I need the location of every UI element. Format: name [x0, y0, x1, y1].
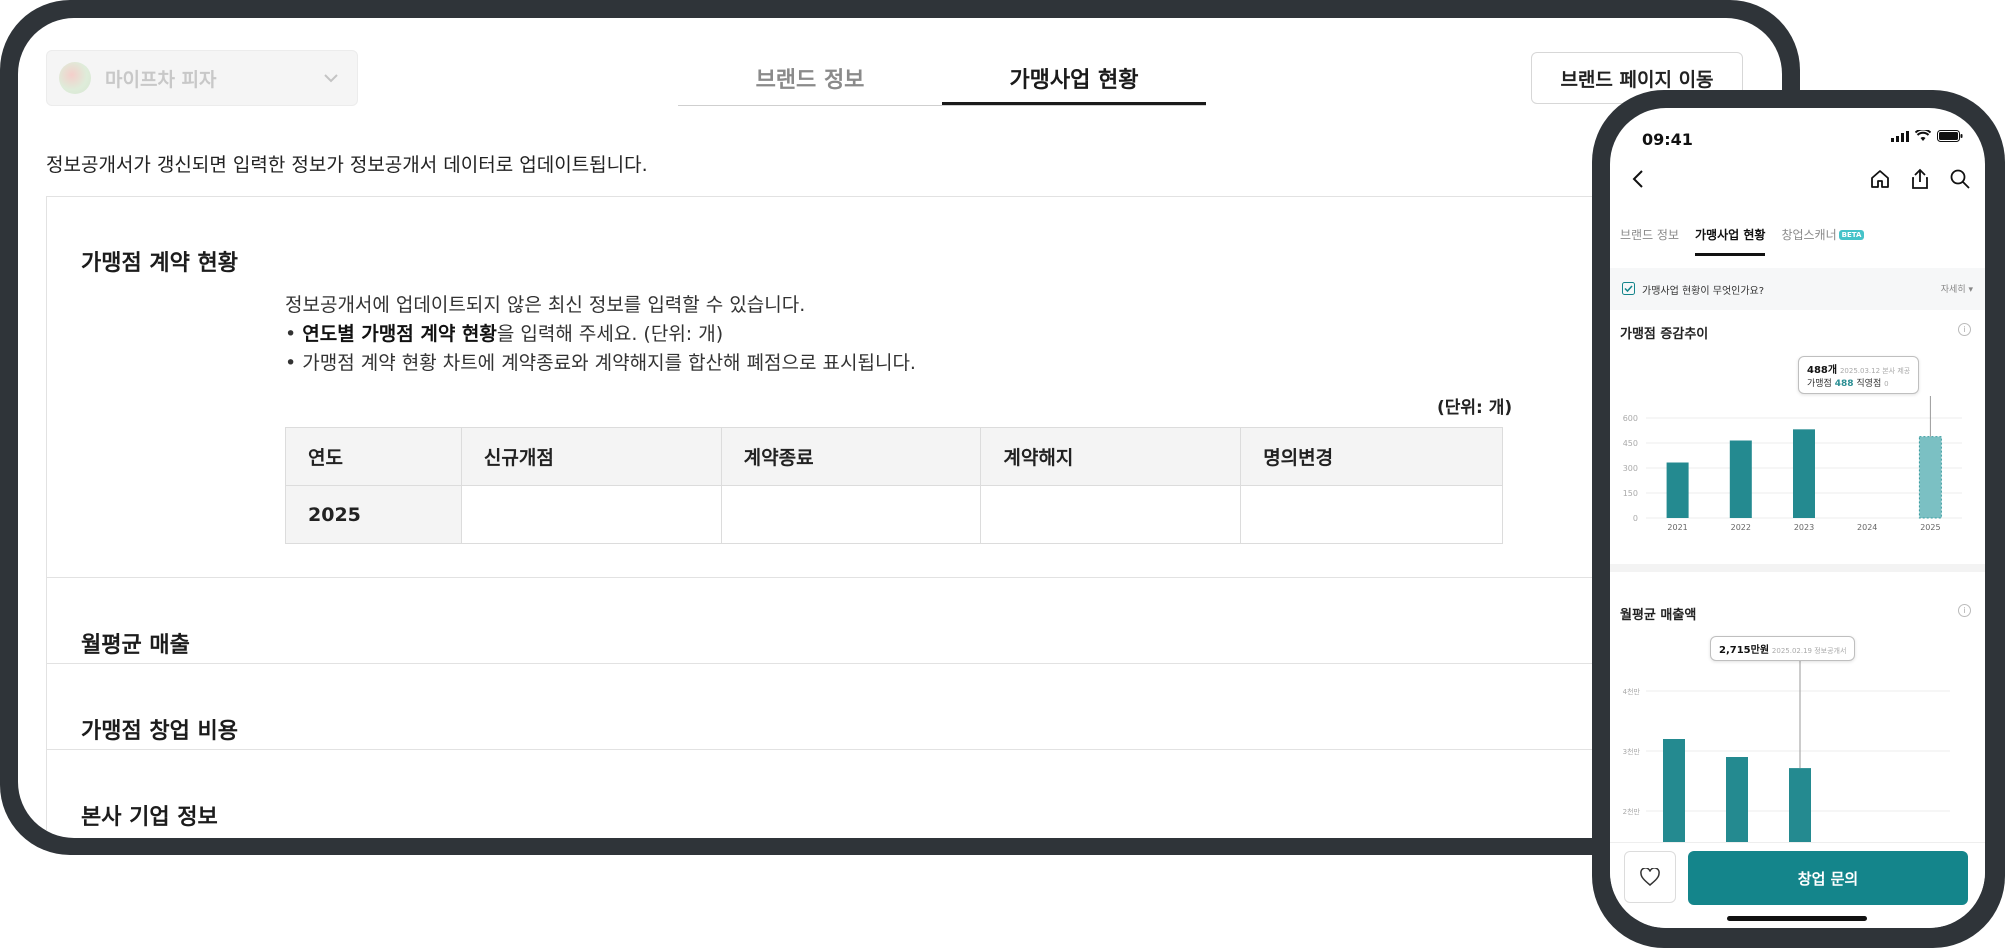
bar-2021 — [1666, 462, 1689, 518]
col-header-termination: 계약해지 — [980, 427, 1242, 486]
tab-brand-info[interactable]: 브랜드 정보 — [678, 60, 942, 105]
favorite-button[interactable] — [1624, 851, 1676, 903]
tooltip-direct-value: 0 — [1884, 380, 1889, 388]
section-separator — [1610, 564, 1985, 572]
desktop-tabs: 브랜드 정보 가맹사업 현황 — [678, 60, 1206, 106]
bar-1 — [1663, 739, 1685, 848]
x-tick-label: 2024 — [1857, 523, 1877, 532]
y-tick-label: 4천만 — [1623, 687, 1641, 696]
input-termination[interactable] — [980, 485, 1242, 544]
brand-select-value: 마이프차 피자 — [105, 68, 217, 91]
tooltip-amount: 2,715만원 — [1719, 645, 1770, 656]
inquiry-button[interactable]: 창업 문의 — [1688, 851, 1968, 905]
chart2-title: 월평균 매출액 — [1620, 608, 1697, 623]
brand-select[interactable]: 마이프차 피자 — [46, 50, 358, 106]
col-header-year: 연도 — [285, 427, 462, 486]
col-header-new-open: 신규개점 — [460, 427, 722, 486]
tooltip-franchise-value: 488 — [1834, 379, 1854, 389]
section-divider — [47, 577, 1782, 578]
phone-tabs: 브랜드 정보 가맹사업 현황 창업스캐너 BETA — [1620, 226, 1865, 256]
update-notice: 정보공개서가 갱신되면 입력한 정보가 정보공개서 데이터로 업데이트됩니다. — [46, 154, 648, 176]
tooltip-date: 2025.03.12 본사 제공 — [1839, 367, 1911, 375]
chart1-tooltip: 488개 2025.03.12 본사 제공 가맹점 488 직영점 0 — [1798, 356, 1920, 394]
brand-logo — [59, 62, 91, 94]
chevron-down-icon — [324, 74, 338, 83]
input-transfer[interactable] — [1240, 485, 1503, 544]
bar-2 — [1726, 757, 1748, 848]
home-indicator — [1727, 916, 1867, 921]
status-time: 09:41 — [1642, 130, 1693, 149]
search-icon[interactable] — [1949, 168, 1971, 190]
x-tick-label: 2025 — [1920, 523, 1940, 532]
heart-icon — [1640, 868, 1660, 886]
desktop-device-frame: 마이프차 피자 브랜드 정보 가맹사업 현황 브랜드 페이지 이동 정보공개서가… — [0, 0, 1800, 855]
input-contract-end[interactable] — [720, 485, 982, 544]
battery-icon — [1937, 130, 1963, 142]
section-description: 정보공개서에 업데이트되지 않은 최신 정보를 입력할 수 있습니다. • 연도… — [285, 291, 916, 378]
tooltip-count: 488개 — [1807, 365, 1838, 376]
phone-nav-bar — [1610, 168, 1985, 208]
unit-label: (단위: 개) — [1437, 398, 1513, 418]
bar-2025 — [1918, 436, 1942, 519]
section-divider — [47, 749, 1782, 750]
content-panel: 가맹점 계약 현황 정보공개서에 업데이트되지 않은 최신 정보를 입력할 수 … — [46, 196, 1782, 838]
phone-tab-franchise-status[interactable]: 가맹사업 현황 — [1695, 226, 1766, 256]
cell-year: 2025 — [285, 485, 462, 544]
wifi-icon — [1915, 130, 1931, 141]
section-title-hq-info[interactable]: 본사 기업 정보 — [81, 799, 218, 831]
checkbox-icon — [1622, 282, 1635, 295]
col-header-transfer: 명의변경 — [1240, 427, 1503, 486]
col-header-contract-end: 계약종료 — [720, 427, 982, 486]
beta-badge: BETA — [1838, 230, 1865, 240]
y-tick-label: 150 — [1623, 489, 1638, 498]
bar-2023 — [1793, 429, 1815, 518]
signal-icon — [1891, 130, 1909, 142]
y-tick-label: 600 — [1623, 414, 1638, 423]
contract-table: 연도 신규개점 계약종료 계약해지 명의변경 2025 — [285, 427, 1503, 544]
x-tick-label: 2023 — [1794, 523, 1814, 532]
share-icon[interactable] — [1909, 168, 1931, 190]
section-title-contract: 가맹점 계약 현황 — [81, 251, 238, 276]
y-tick-label: 300 — [1623, 464, 1638, 473]
bar-2022 — [1729, 440, 1752, 518]
section-title-monthly-sales[interactable]: 월평균 매출 — [81, 627, 190, 659]
section-divider — [47, 663, 1782, 664]
chart1-title: 가맹점 증감추이 — [1620, 327, 1709, 342]
info-icon[interactable]: i — [1958, 604, 1971, 617]
desc-line-3: • 가맹점 계약 현황 차트에 계약종료와 계약해지를 합산해 폐점으로 표시됩… — [285, 352, 916, 374]
phone-screen: 09:41 브랜드 정보 가맹사업 현황 창업스캐너 BETA 가맹사업 현황이 … — [1610, 108, 1985, 928]
tab-franchise-status[interactable]: 가맹사업 현황 — [942, 60, 1206, 105]
section-title-startup-cost[interactable]: 가맹점 창업 비용 — [81, 713, 238, 745]
x-tick-label: 2022 — [1731, 523, 1751, 532]
x-tick-label: 2021 — [1667, 523, 1687, 532]
desktop-screen: 마이프차 피자 브랜드 정보 가맹사업 현황 브랜드 페이지 이동 정보공개서가… — [18, 18, 1782, 838]
phone-tab-brand-info[interactable]: 브랜드 정보 — [1620, 226, 1679, 256]
table-header-row: 연도 신규개점 계약종료 계약해지 명의변경 — [285, 427, 1503, 486]
y-tick-label: 2천만 — [1623, 807, 1641, 816]
info-bar-more[interactable]: 자세히 ▾ — [1941, 282, 1973, 295]
phone-info-bar[interactable]: 가맹사업 현황이 무엇인가요? 자세히 ▾ — [1610, 268, 1985, 310]
chart2-tooltip: 2,715만원 2025.02.19 정보공개서 — [1710, 636, 1856, 661]
info-bar-text: 가맹사업 현황이 무엇인가요? — [1642, 286, 1765, 297]
home-icon[interactable] — [1869, 168, 1891, 190]
bar-3 — [1789, 768, 1811, 848]
y-tick-label: 450 — [1623, 439, 1638, 448]
input-new-open[interactable] — [460, 485, 722, 544]
tooltip-date: 2025.02.19 정보공개서 — [1771, 647, 1847, 655]
info-icon[interactable]: i — [1958, 323, 1971, 336]
back-arrow-icon[interactable] — [1628, 168, 1650, 190]
y-tick-label: 0 — [1633, 514, 1638, 523]
desc-line-1: 정보공개서에 업데이트되지 않은 최신 정보를 입력할 수 있습니다. — [285, 294, 806, 316]
status-icons — [1891, 130, 1963, 142]
phone-device-frame: 09:41 브랜드 정보 가맹사업 현황 창업스캐너 BETA 가맹사업 현황이 … — [1592, 90, 2005, 948]
desc-line-2: • 연도별 가맹점 계약 현황을 입력해 주세요. (단위: 개) — [285, 323, 724, 345]
phone-tab-startup-scanner[interactable]: 창업스캐너 BETA — [1781, 226, 1865, 256]
table-row: 2025 — [285, 485, 1503, 544]
y-tick-label: 3천만 — [1623, 747, 1641, 756]
chart2-svg: 2천만 3천만 4천만 — [1623, 658, 1950, 848]
